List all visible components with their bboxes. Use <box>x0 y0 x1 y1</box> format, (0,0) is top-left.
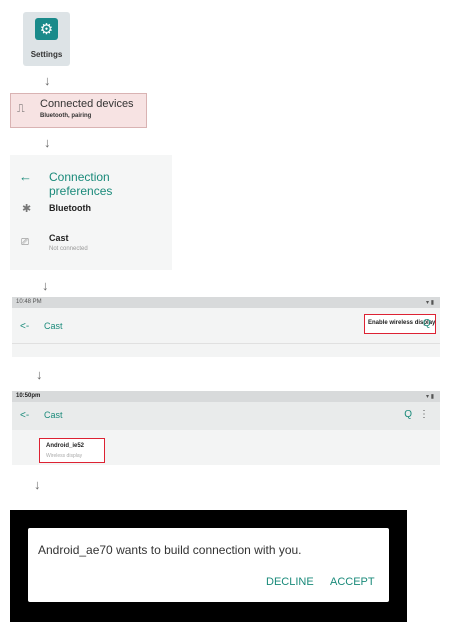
accept-button[interactable]: ACCEPT <box>330 576 375 588</box>
page-title: Cast <box>44 410 63 420</box>
down-arrow-icon: ↓ <box>44 73 51 88</box>
app-bar: <- Cast Q ⋮ <box>12 402 440 430</box>
settings-label: Settings <box>30 50 63 59</box>
enable-wireless-display-menu[interactable]: Enable wireless display Q <box>364 314 436 334</box>
cast-item[interactable]: Cast <box>49 233 69 243</box>
down-arrow-icon: ↓ <box>36 367 43 382</box>
bluetooth-item[interactable]: Bluetooth <box>49 203 91 213</box>
bluetooth-icon: ✱ <box>22 203 32 215</box>
down-arrow-icon: ↓ <box>44 135 51 150</box>
device-name: Android_ie52 <box>46 443 85 449</box>
device-list-item[interactable]: Android_ie52 Wireless display <box>39 438 105 463</box>
down-arrow-icon: ↓ <box>34 477 41 492</box>
decline-button[interactable]: DECLINE <box>266 576 314 588</box>
connected-devices-icon: ⎍ <box>17 103 25 115</box>
connected-devices-subtitle: Bluetooth, pairing <box>40 113 92 119</box>
status-bar: 10:50pm ▾ ▮ <box>12 391 440 402</box>
battery-icon: ▾ ▮ <box>426 394 434 400</box>
page-title: Connection preferences <box>49 170 113 198</box>
cast-device-screen: 10:50pm ▾ ▮ <- Cast Q ⋮ Android_ie52 Wir… <box>12 391 440 465</box>
cast-screen: 10:48 PM ▾ ▮ <- Cast Enable wireless dis… <box>12 297 440 357</box>
connection-dialog: Android_ae70 wants to build connection w… <box>28 528 389 602</box>
back-arrow-icon[interactable]: <- <box>20 410 29 421</box>
battery-icon: ▾ ▮ <box>426 300 434 306</box>
cast-icon: ⎚ <box>21 237 29 248</box>
status-bar: 10:48 PM ▾ ▮ <box>12 297 440 308</box>
dialog-backdrop: Android_ae70 wants to build connection w… <box>10 510 407 622</box>
status-time: 10:50pm <box>16 393 41 399</box>
search-icon[interactable]: Q <box>423 318 431 329</box>
divider <box>12 343 440 344</box>
cast-status: Not connected <box>49 246 88 252</box>
search-icon[interactable]: Q <box>404 409 412 420</box>
more-options-icon[interactable]: ⋮ <box>419 409 429 420</box>
connection-preferences-panel: ← Connection preferences ✱ Bluetooth ⎚ C… <box>10 155 172 270</box>
connected-devices-title: Connected devices <box>40 98 134 110</box>
down-arrow-icon: ↓ <box>42 278 49 293</box>
settings-app-tile[interactable]: ⚙ Settings <box>23 12 70 66</box>
connected-devices-item[interactable]: ⎍ Connected devices Bluetooth, pairing <box>10 93 147 128</box>
dialog-message: Android_ae70 wants to build connection w… <box>38 543 302 557</box>
back-arrow-icon[interactable]: <- <box>20 321 29 332</box>
gear-icon: ⚙ <box>35 18 58 40</box>
status-time: 10:48 PM <box>16 299 42 305</box>
device-subtitle: Wireless display <box>46 453 83 459</box>
back-arrow-icon[interactable]: ← <box>19 169 32 184</box>
page-title: Cast <box>44 321 63 331</box>
